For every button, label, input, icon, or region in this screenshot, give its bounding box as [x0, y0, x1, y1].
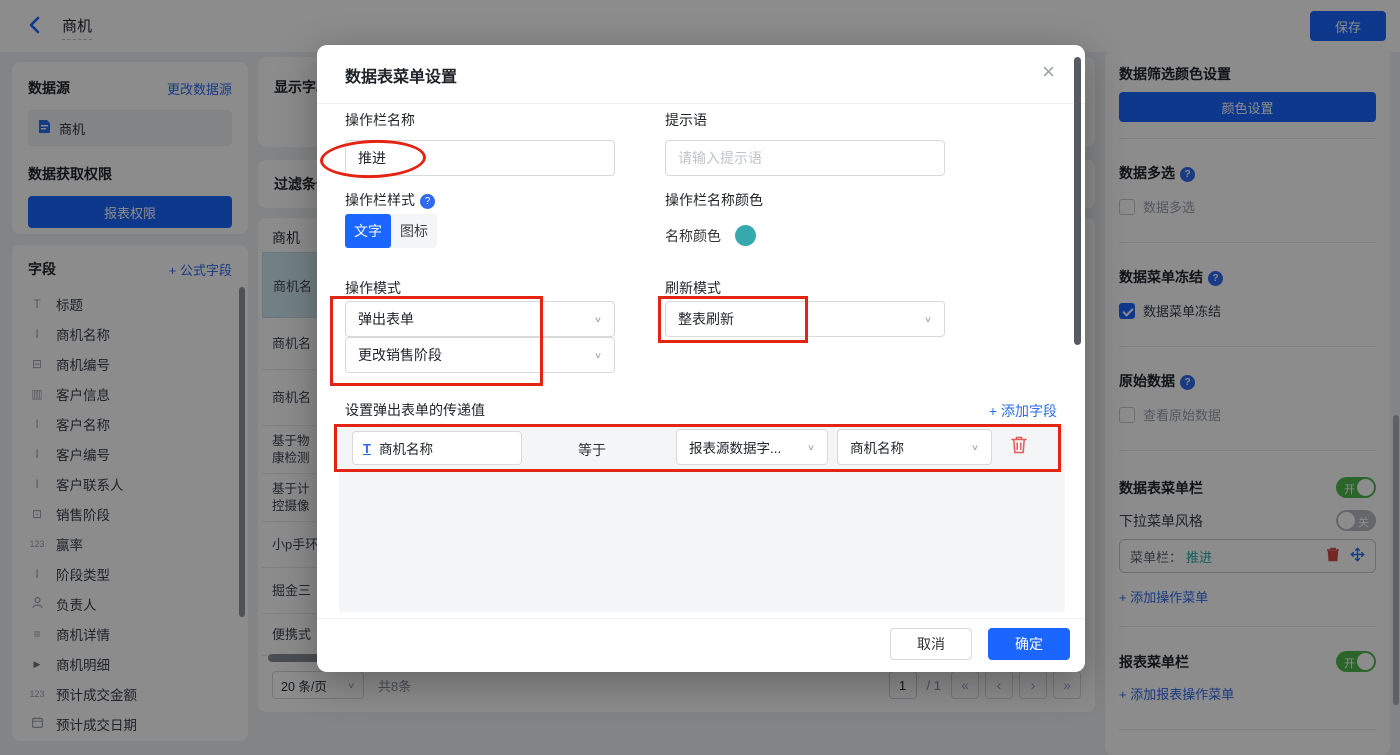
action-style-label: 操作栏样式? — [345, 190, 435, 210]
transfer-values-panel: T 等于 报表源数据字... ∨ 商机名称 ∨ — [339, 424, 1065, 612]
refresh-mode-label: 刷新模式 — [665, 278, 721, 298]
divider — [317, 618, 1085, 619]
transfer-field-value[interactable] — [379, 441, 489, 456]
tip-label: 提示语 — [665, 110, 707, 130]
tab-text[interactable]: 文字 — [345, 214, 391, 248]
refresh-mode-select[interactable]: 整表刷新 ∨ — [665, 301, 945, 337]
close-icon[interactable]: × — [1042, 59, 1055, 85]
color-swatch[interactable] — [735, 225, 756, 246]
ok-button[interactable]: 确定 — [988, 628, 1070, 660]
refresh-mode-value: 整表刷新 — [678, 309, 734, 329]
name-color-label: 操作栏名称颜色 — [665, 190, 763, 210]
transfer-values-label: 设置弹出表单的传递值 — [345, 400, 485, 420]
source-field-select[interactable]: 商机名称 ∨ — [837, 429, 992, 465]
source-field-value: 商机名称 — [850, 437, 904, 457]
chevron-down-icon: ∨ — [971, 442, 979, 452]
operation-mode-value: 弹出表单 — [358, 309, 414, 329]
cancel-button[interactable]: 取消 — [890, 628, 972, 660]
modal-scrollbar[interactable] — [1074, 57, 1081, 345]
operation-mode-label: 操作模式 — [345, 278, 401, 298]
delete-row-trash-icon[interactable] — [1010, 435, 1028, 460]
name-color-text: 名称颜色 — [665, 226, 721, 246]
operation-submode-value: 更改销售阶段 — [358, 345, 442, 365]
chevron-down-icon: ∨ — [594, 314, 602, 324]
operation-mode-select[interactable]: 弹出表单 ∨ — [345, 301, 615, 337]
help-icon[interactable]: ? — [420, 194, 435, 209]
name-color-row: 名称颜色 — [665, 225, 756, 246]
table-menu-settings-modal: 数据表菜单设置 × 操作栏名称 提示语 操作栏样式? 文字 图标 操作栏名称颜色… — [317, 45, 1085, 672]
text-field-icon: T — [363, 441, 371, 456]
action-name-input[interactable] — [345, 140, 615, 176]
tab-icon[interactable]: 图标 — [391, 214, 437, 248]
action-style-tabs: 文字 图标 — [345, 214, 437, 248]
modal-title: 数据表菜单设置 — [345, 63, 457, 87]
tip-input[interactable] — [665, 140, 945, 176]
add-field-link[interactable]: + 添加字段 — [989, 401, 1057, 421]
chevron-down-icon: ∨ — [807, 442, 815, 452]
source-type-select[interactable]: 报表源数据字... ∨ — [676, 429, 828, 465]
action-name-label: 操作栏名称 — [345, 110, 415, 130]
operation-submode-select[interactable]: 更改销售阶段 ∨ — [345, 337, 615, 373]
chevron-down-icon: ∨ — [594, 350, 602, 360]
divider — [317, 103, 1085, 104]
operator-label: 等于 — [578, 440, 606, 460]
transfer-field-input[interactable]: T — [352, 431, 522, 465]
source-type-value: 报表源数据字... — [689, 437, 781, 457]
chevron-down-icon: ∨ — [924, 314, 932, 324]
